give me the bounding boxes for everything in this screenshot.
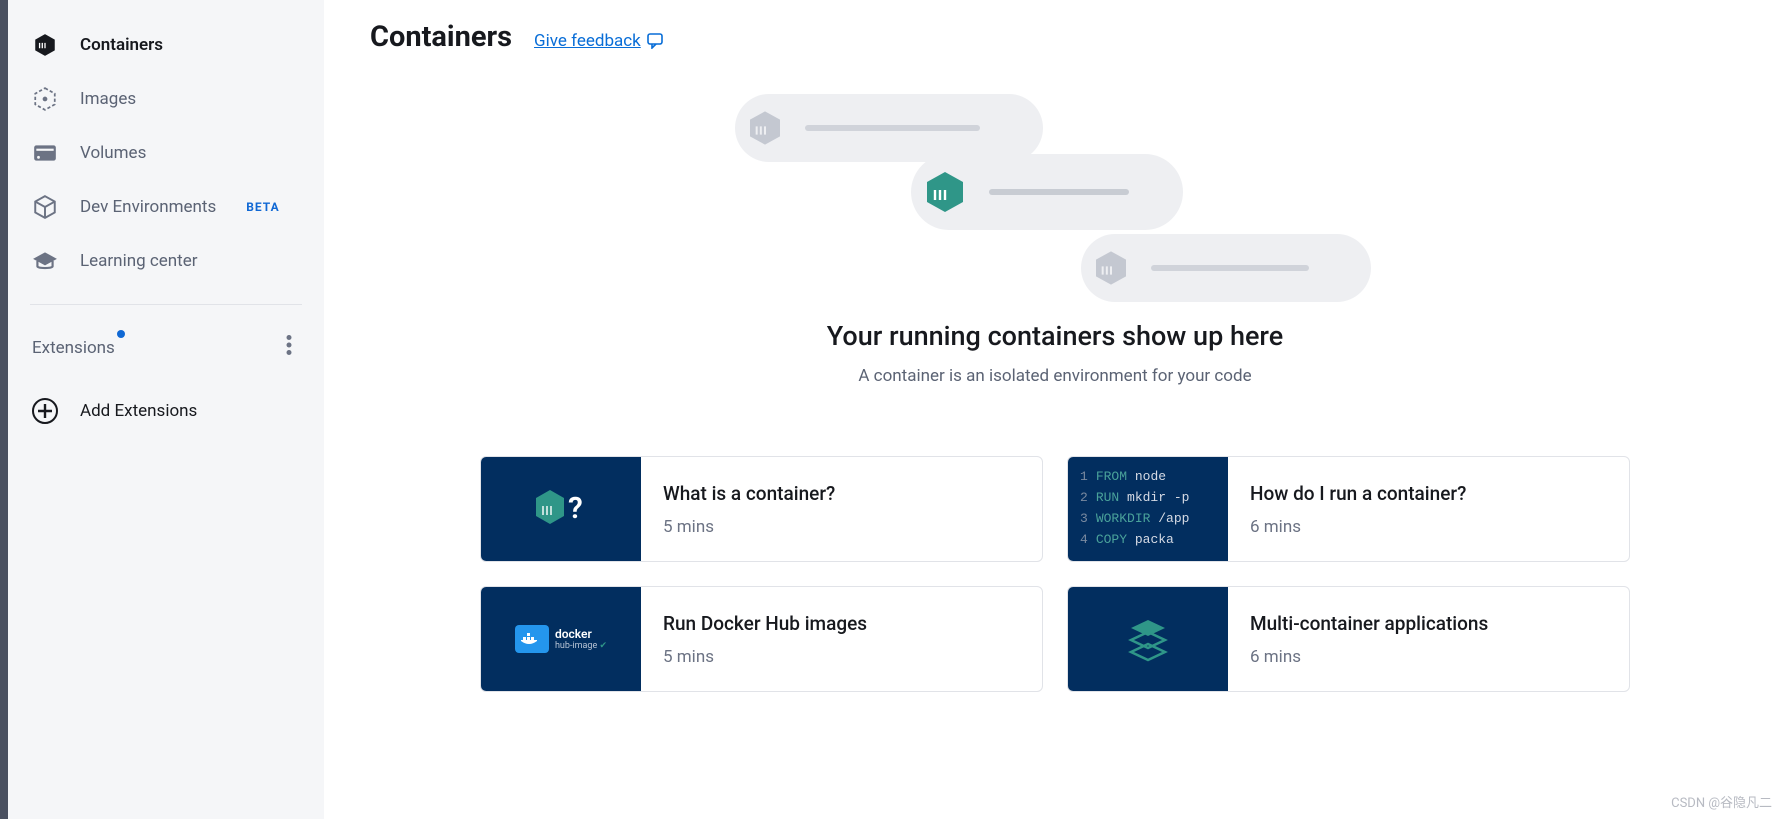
page-title: Containers [370, 20, 512, 54]
feedback-label: Give feedback [534, 31, 641, 51]
card-docker-hub[interactable]: docker hub-image ✔ Run Docker Hub images… [480, 586, 1043, 692]
sidebar-item-learning-center[interactable]: Learning center [8, 234, 324, 288]
card-title: Run Docker Hub images [663, 612, 867, 635]
sidebar-item-label: Images [80, 89, 136, 109]
docker-name: docker [555, 627, 607, 641]
add-extensions-label: Add Extensions [80, 401, 197, 421]
empty-state-title: Your running containers show up here [827, 320, 1283, 352]
sidebar-item-dev-environments[interactable]: Dev Environments BETA [8, 180, 324, 234]
container-icon [32, 32, 58, 58]
window-accent-bar [0, 0, 8, 819]
illustration-line [1151, 265, 1309, 271]
container-icon [1091, 248, 1131, 288]
more-icon[interactable] [278, 331, 300, 364]
docker-sub: hub-image ✔ [555, 641, 607, 651]
card-graphic: docker hub-image ✔ [481, 587, 641, 691]
illustration-line [989, 189, 1129, 195]
empty-state: Your running containers show up here A c… [370, 94, 1740, 386]
card-time: 6 mins [1250, 517, 1466, 537]
illustration-pill [911, 154, 1183, 230]
beta-badge: BETA [246, 200, 279, 214]
card-body: What is a container? 5 mins [641, 457, 857, 561]
sidebar-item-label: Containers [80, 35, 163, 55]
sidebar-item-label: Learning center [80, 251, 198, 271]
sidebar: Containers Images Volumes Dev Environmen… [8, 0, 324, 819]
card-how-to-run[interactable]: 1FROM node 2RUN mkdir -p 3WORKDIR /app 4… [1067, 456, 1630, 562]
card-time: 5 mins [663, 647, 867, 667]
card-multi-container[interactable]: Multi-container applications 6 mins [1067, 586, 1630, 692]
extensions-label: Extensions [32, 338, 115, 358]
sidebar-item-volumes[interactable]: Volumes [8, 126, 324, 180]
illustration-pill [1081, 234, 1371, 302]
sidebar-item-containers[interactable]: Containers [8, 18, 324, 72]
plus-icon [32, 398, 58, 424]
watermark: CSDN @谷隐凡二 [1671, 792, 1772, 811]
learning-cards: ? What is a container? 5 mins 1FROM node… [480, 456, 1630, 692]
container-icon [921, 168, 969, 216]
svg-text:?: ? [568, 491, 583, 526]
give-feedback-link[interactable]: Give feedback [534, 31, 665, 51]
layers-icon [1123, 614, 1173, 664]
card-title: How do I run a container? [1250, 482, 1466, 505]
illustration-pill [735, 94, 1043, 162]
container-icon [745, 108, 785, 148]
empty-illustration [735, 94, 1375, 304]
feedback-icon [647, 33, 665, 49]
extensions-header: Extensions [8, 321, 324, 374]
card-body: How do I run a container? 6 mins [1228, 457, 1488, 561]
card-body: Multi-container applications 6 mins [1228, 587, 1510, 691]
card-time: 6 mins [1250, 647, 1488, 667]
images-icon [32, 86, 58, 112]
sidebar-item-label: Volumes [80, 143, 146, 163]
main-content: Containers Give feedback Your running co… [324, 0, 1786, 819]
card-graphic [1068, 587, 1228, 691]
dev-env-icon [32, 194, 58, 220]
empty-state-subtitle: A container is an isolated environment f… [858, 366, 1251, 386]
illustration-line [805, 125, 980, 131]
page-header: Containers Give feedback [370, 20, 1740, 54]
sidebar-item-images[interactable]: Images [8, 72, 324, 126]
sidebar-divider [30, 304, 302, 305]
card-title: Multi-container applications [1250, 612, 1488, 635]
card-title: What is a container? [663, 482, 835, 505]
card-body: Run Docker Hub images 5 mins [641, 587, 889, 691]
volumes-icon [32, 140, 58, 166]
sidebar-item-label: Dev Environments [80, 197, 216, 217]
card-time: 5 mins [663, 517, 835, 537]
card-what-is-container[interactable]: ? What is a container? 5 mins [480, 456, 1043, 562]
learning-icon [32, 248, 58, 274]
add-extensions-button[interactable]: Add Extensions [8, 374, 324, 448]
card-graphic: ? [481, 457, 641, 561]
card-graphic: 1FROM node 2RUN mkdir -p 3WORKDIR /app 4… [1068, 457, 1228, 561]
docker-logo-icon [515, 625, 549, 653]
code-sample: 1FROM node 2RUN mkdir -p 3WORKDIR /app 4… [1068, 457, 1228, 560]
